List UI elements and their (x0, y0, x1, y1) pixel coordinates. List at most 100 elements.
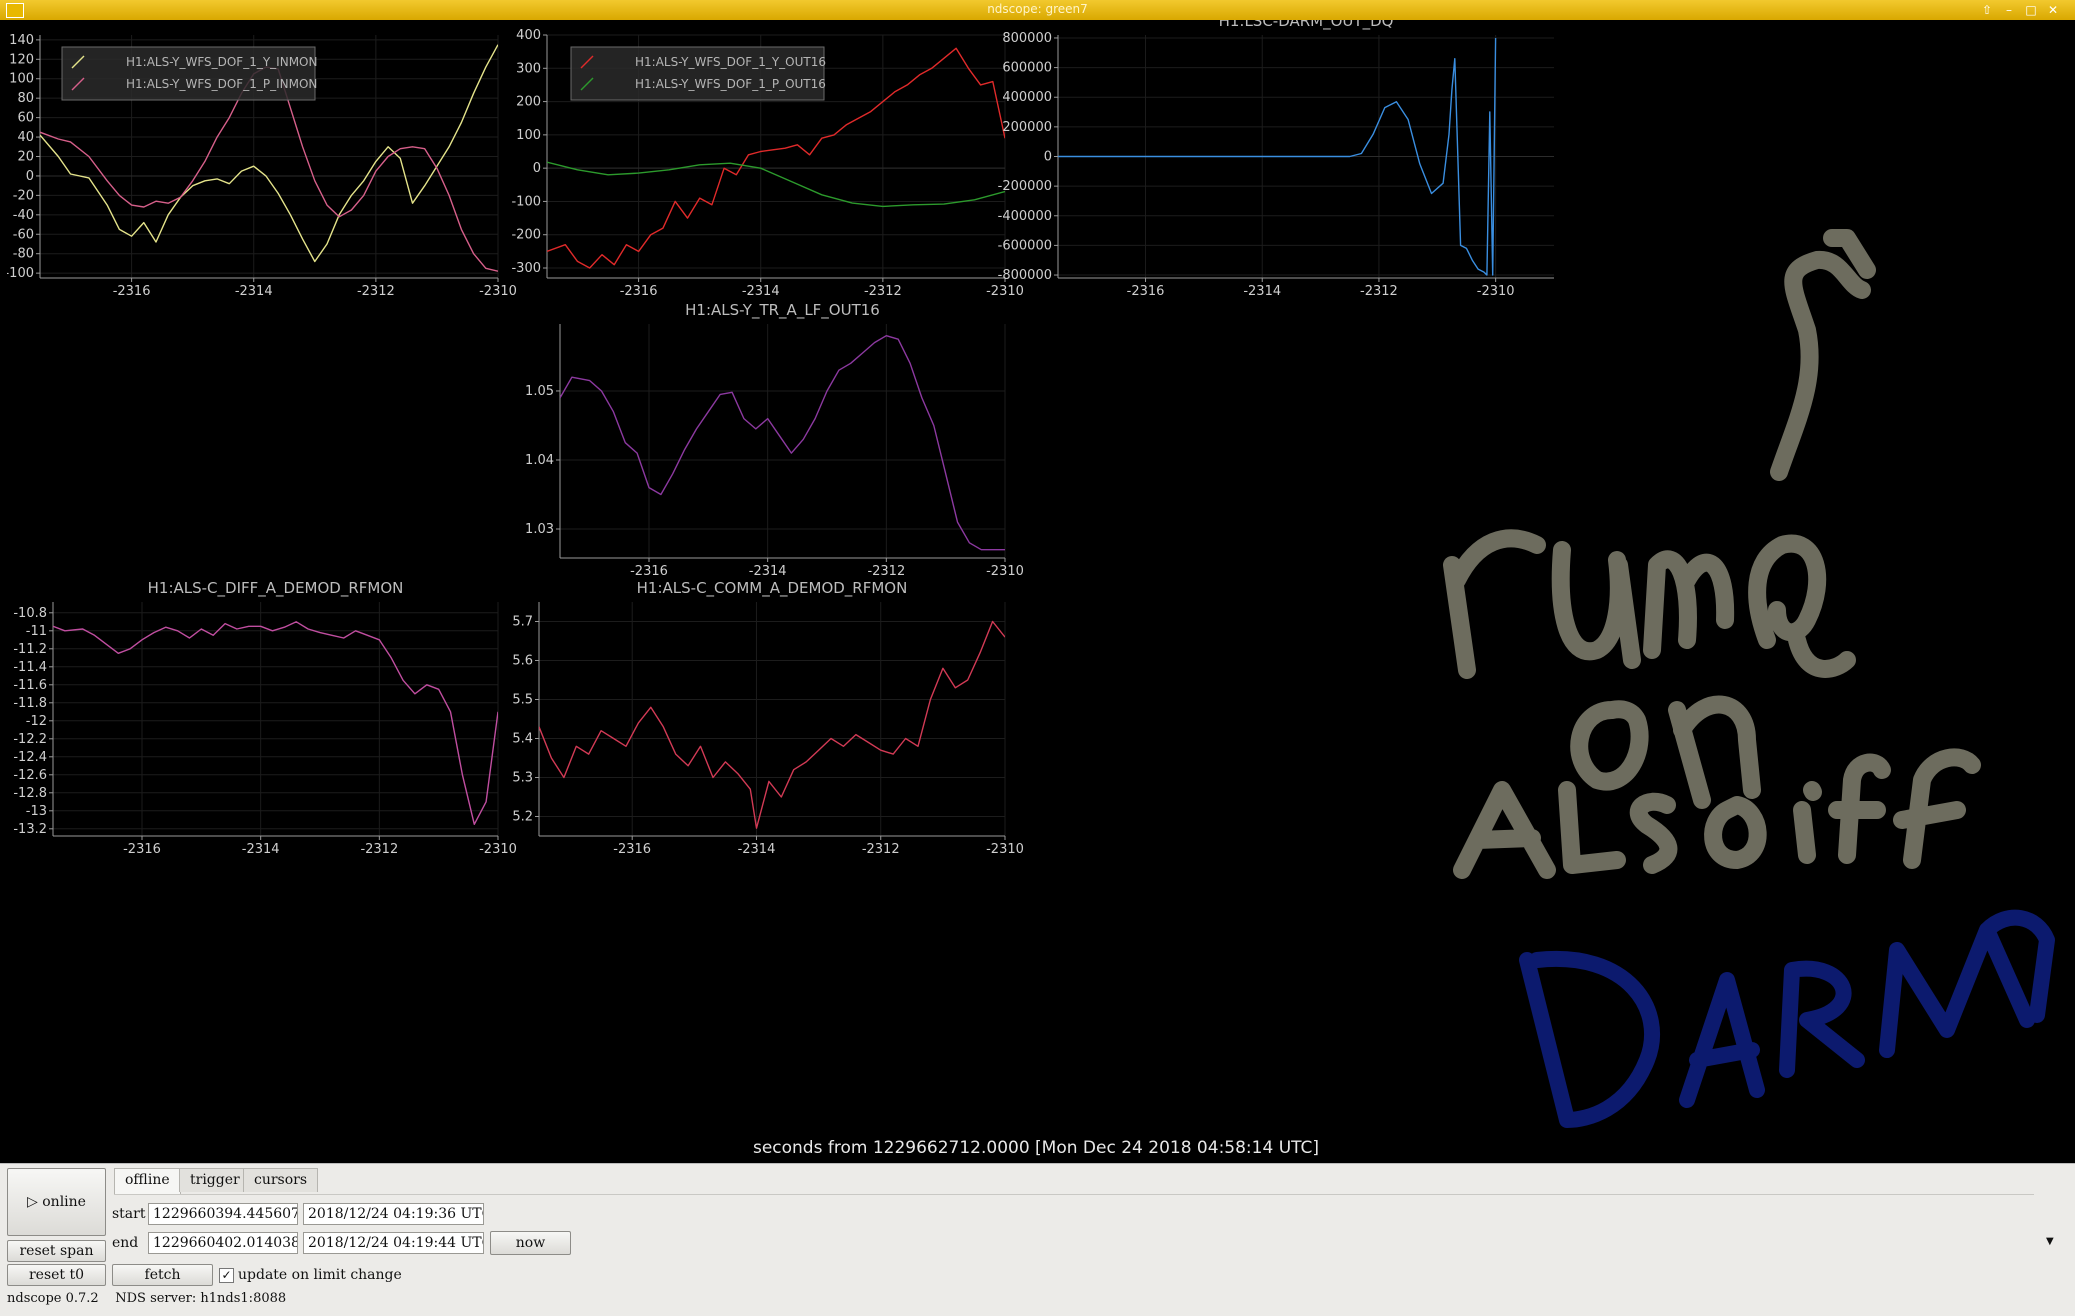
legend-label: H1:ALS-Y_WFS_DOF_1_P_OUT16 (635, 77, 826, 91)
series-line-1 (539, 620, 1005, 829)
x-tick-label: -2312 (864, 284, 902, 299)
x-tick-label: -2312 (357, 284, 395, 299)
chart-4[interactable]: 1.03 1.04 1.05 -2316 -2314 -2312 -2310 H1:ALS-Y… (525, 301, 1024, 579)
chart-2[interactable]: -300 -200 -100 0 100 200 300 400 -2316 -2314 -2312… (511, 28, 1023, 299)
x-tick-label: -2310 (986, 564, 1024, 579)
control-panel: ▷ online reset span reset t0 offline tri… (0, 1163, 2075, 1316)
x-tick-label: -2316 (630, 564, 668, 579)
x-tick-label: -2312 (1360, 284, 1398, 299)
chart-1[interactable]: -100 -80 -60 -40 -20 0 20 40 60 80 100 120 140 -2316 -… (4, 33, 517, 299)
tab-cursors[interactable]: cursors (243, 1168, 319, 1192)
plots-canvas[interactable]: seconds from 1229662712.0000 [Mon Dec 24… (4, 12, 2069, 1163)
tab-offline[interactable]: offline (114, 1168, 181, 1194)
y-tick-label: 200000 (1002, 120, 1052, 135)
reset-t0-button[interactable]: reset t0 (7, 1264, 106, 1286)
y-tick-label: 40 (17, 130, 34, 145)
y-tick-label: 0 (533, 161, 541, 176)
y-tick-label: 200 (516, 95, 541, 110)
y-tick-label: 140 (9, 33, 34, 48)
y-tick-label: 5.3 (512, 771, 533, 786)
x-tick-label: -2310 (986, 842, 1024, 857)
y-tick-label: 5.4 (512, 732, 533, 747)
raise-icon[interactable]: ⇧ (1980, 3, 1994, 17)
x-tick-label: -2312 (360, 842, 398, 857)
chart-legend: H1:ALS-Y_WFS_DOF_1_Y_OUT16 H1:ALS-Y_WFS_D… (570, 46, 826, 101)
tab-trigger[interactable]: trigger (179, 1168, 251, 1192)
now-button[interactable]: now (490, 1231, 571, 1255)
x-tick-label: -2314 (738, 842, 776, 857)
y-tick-label: 1.04 (525, 453, 554, 468)
y-tick-label: -300 (511, 261, 541, 276)
window-titlebar[interactable]: ndscope: green7 ⇧ – □ ✕ (0, 0, 2075, 20)
y-tick-label: 20 (17, 150, 34, 165)
x-tick-label: -2314 (235, 284, 273, 299)
y-tick-label: 5.2 (512, 810, 533, 825)
y-tick-label: 120 (9, 52, 34, 67)
x-tick-label: -2310 (479, 284, 517, 299)
series-line-1 (53, 621, 498, 825)
x-tick-label: -2314 (749, 564, 787, 579)
reset-span-button[interactable]: reset span (7, 1240, 106, 1262)
maximize-icon[interactable]: □ (2024, 3, 2038, 17)
y-tick-label: 5.5 (512, 693, 533, 708)
x-tick-label: -2312 (867, 564, 905, 579)
y-tick-label: -11.4 (13, 660, 47, 675)
online-button[interactable]: ▷ online (7, 1168, 106, 1236)
end-label: end (112, 1235, 139, 1251)
y-tick-label: -12.8 (13, 786, 47, 801)
legend-label: H1:ALS-Y_WFS_DOF_1_Y_INMON (126, 55, 317, 69)
y-tick-label: 100 (516, 128, 541, 143)
minimize-icon[interactable]: – (2002, 3, 2016, 17)
end-gps-field[interactable]: 1229660402.014038 (148, 1232, 298, 1254)
chart-5[interactable]: -13.2 -13 -12.8 -12.6 -12.4 -12.2 -12 -11.8 -11.… (13, 579, 517, 857)
y-tick-label: -100 (7, 266, 34, 281)
collapse-arrow-icon[interactable]: ▼ (2046, 1236, 2054, 1247)
window-title: ndscope: green7 (987, 2, 1088, 16)
y-tick-label: -800000 (998, 268, 1052, 283)
legend-label: H1:ALS-Y_WFS_DOF_1_P_INMON (126, 77, 317, 91)
chart-title: H1:ALS-C_DIFF_A_DEMOD_RFMON (148, 579, 404, 598)
y-tick-label: -60 (13, 227, 34, 242)
x-tick-label: -2316 (1127, 284, 1165, 299)
y-tick-label: -600000 (998, 238, 1052, 253)
x-tick-label: -2314 (742, 284, 780, 299)
start-gps-field[interactable]: 1229660394.445607 (148, 1203, 298, 1225)
y-tick-label: -11.2 (13, 642, 47, 657)
y-tick-label: 5.6 (512, 654, 533, 669)
close-icon[interactable]: ✕ (2046, 3, 2060, 17)
chart-3[interactable]: -800000 -600000 -400000 -200000 0 200000 40000… (998, 12, 1554, 299)
x-axis-reference-label: seconds from 1229662712.0000 [Mon Dec 24… (753, 1138, 1319, 1158)
y-tick-label: -400000 (998, 209, 1052, 224)
series-line-1 (560, 335, 1005, 551)
y-tick-label: -100 (511, 194, 541, 209)
start-utc-field[interactable]: 2018/12/24 04:19:36 UTC (303, 1203, 484, 1225)
y-tick-label: 600000 (1002, 61, 1052, 76)
update-on-limit-label: update on limit change (238, 1267, 402, 1283)
y-tick-label: -11.6 (13, 678, 47, 693)
y-tick-label: 400 (516, 28, 541, 43)
tab-divider (114, 1194, 2034, 1195)
fetch-button[interactable]: fetch (112, 1264, 213, 1286)
y-tick-label: 100 (9, 72, 34, 87)
y-tick-label: -12 (26, 714, 47, 729)
y-tick-label: 1.03 (525, 522, 554, 537)
y-tick-label: -12.2 (13, 732, 47, 747)
x-tick-label: -2310 (1477, 284, 1515, 299)
y-tick-label: -200 (511, 228, 541, 243)
y-tick-label: 60 (17, 111, 34, 126)
chart-legend: H1:ALS-Y_WFS_DOF_1_Y_INMON H1:ALS-Y_WFS_D… (61, 46, 317, 101)
x-tick-label: -2314 (242, 842, 280, 857)
update-on-limit-checkbox[interactable]: ✓ (219, 1268, 234, 1283)
y-tick-label: 800000 (1002, 31, 1052, 46)
y-tick-label: 300 (516, 61, 541, 76)
x-tick-label: -2310 (479, 842, 517, 857)
chart-title: H1:LSC-DARM_OUT_DQ (1219, 20, 1394, 31)
legend-label: H1:ALS-Y_WFS_DOF_1_Y_OUT16 (635, 55, 826, 69)
chart-title: H1:ALS-C_COMM_A_DEMOD_RFMON (637, 579, 908, 598)
x-tick-label: -2316 (123, 842, 161, 857)
y-tick-label: -12.6 (13, 768, 47, 783)
end-utc-field[interactable]: 2018/12/24 04:19:44 UTC (303, 1232, 484, 1254)
chart-6[interactable]: 5.2 5.3 5.4 5.5 5.6 5.7 -2316 -2314 -2312 -2310 H1… (512, 579, 1024, 857)
plot-area[interactable]: seconds from 1229662712.0000 [Mon Dec 24… (4, 12, 2069, 1163)
y-tick-label: 400000 (1002, 90, 1052, 105)
